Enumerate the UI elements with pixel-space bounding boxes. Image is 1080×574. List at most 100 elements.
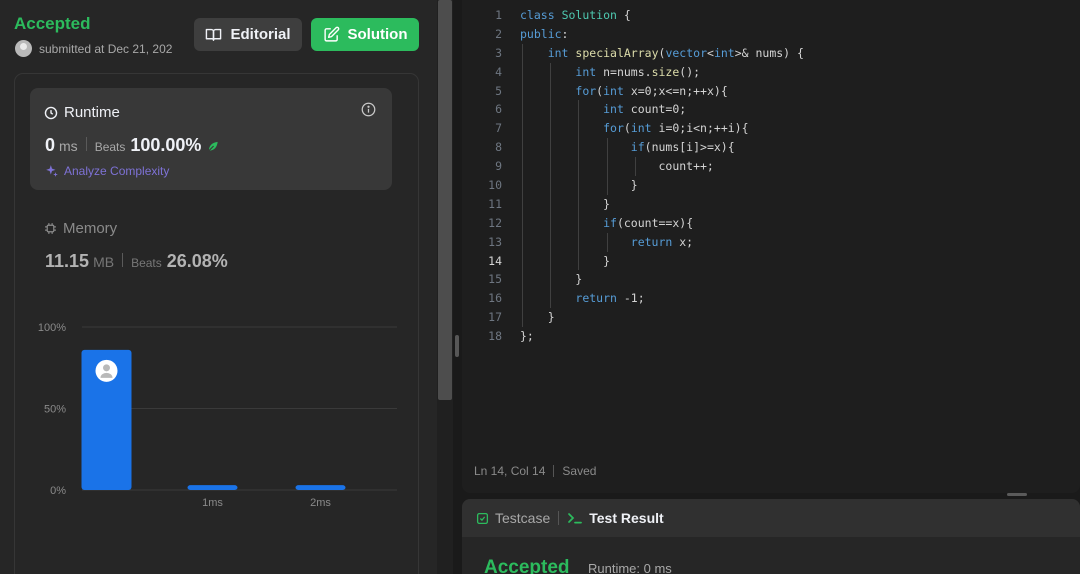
- code-text: int specialArray(vector<int>& nums) {: [547, 45, 804, 60]
- code-line[interactable]: 4 int n=nums.size();: [462, 62, 1080, 82]
- code-line[interactable]: 6 int count=0;: [462, 100, 1080, 120]
- runtime-value: 0: [45, 135, 56, 155]
- line-number: 13: [488, 234, 502, 249]
- runtime-beats-label: Beats: [94, 140, 126, 154]
- line-number: 7: [495, 121, 502, 136]
- line-number: 11: [488, 196, 502, 211]
- submission-status: Accepted: [14, 14, 91, 33]
- code-text: return x;: [630, 234, 694, 249]
- code-text: public:: [520, 26, 569, 41]
- x-tick-label: 2ms: [310, 497, 331, 509]
- code-line[interactable]: 1 class Solution {: [462, 6, 1080, 25]
- panel-resize-handle-horizontal[interactable]: [1007, 493, 1027, 496]
- code-text: }: [520, 310, 555, 325]
- runtime-heading: Runtime: [44, 104, 120, 121]
- code-line[interactable]: 8 if(nums[i]>=x){: [462, 138, 1080, 158]
- y-tick-label: 50%: [44, 404, 66, 416]
- code-area[interactable]: 1 class Solution {2 public: 3 int specialAr…: [462, 6, 1080, 346]
- result-status: Accepted: [484, 557, 570, 574]
- code-line[interactable]: 15 }: [462, 270, 1080, 290]
- runtime-distribution-chart: 100%50%0%1ms2ms1ms2ms: [38, 322, 397, 509]
- line-number: 4: [495, 64, 502, 79]
- result-tabs: Testcase Test Result: [462, 499, 1080, 537]
- tab-test-result-label: Test Result: [589, 510, 664, 526]
- code-text: }: [520, 272, 583, 287]
- y-tick-label: 100%: [38, 322, 66, 334]
- divider: [558, 511, 560, 525]
- code-text: }: [520, 178, 638, 193]
- memory-label: Memory: [63, 220, 118, 237]
- divider: [122, 253, 124, 267]
- chip-icon: [45, 223, 56, 234]
- line-number: 8: [495, 140, 502, 155]
- code-text: if(count==x){: [603, 215, 694, 230]
- checkbox-icon: [476, 512, 489, 524]
- scrollbar-thumb[interactable]: [438, 0, 452, 400]
- code-line[interactable]: 14 }: [462, 251, 1080, 271]
- divider: [553, 465, 555, 477]
- line-number: 2: [495, 26, 502, 41]
- edit-icon: [323, 26, 339, 42]
- editorial-button[interactable]: Editorial: [194, 18, 302, 51]
- analyze-complexity-link[interactable]: Analyze Complexity: [45, 164, 169, 178]
- code-line[interactable]: 18};: [462, 327, 1080, 346]
- clock-icon: [44, 106, 58, 119]
- panel-resize-handle[interactable]: [455, 335, 459, 357]
- code-line[interactable]: 16 return -1;: [462, 289, 1080, 309]
- tab-testcase[interactable]: Testcase: [476, 510, 550, 526]
- result-runtime: Runtime: 0 ms: [588, 561, 672, 574]
- runtime-card[interactable]: Runtime 0 ms Beats 100.00% Analyze Compl…: [30, 88, 392, 190]
- code-line[interactable]: 3 int specialArray(vector<int>& nums) {: [462, 43, 1080, 63]
- analyze-label: Analyze Complexity: [64, 164, 170, 178]
- divider: [85, 137, 87, 151]
- submitted-timestamp: submitted at Dec 21, 202: [39, 42, 173, 56]
- line-number: 15: [488, 272, 502, 287]
- y-tick-label: 0%: [50, 485, 66, 497]
- sparkle-icon: [46, 165, 58, 177]
- chart-bar: [187, 485, 238, 490]
- code-line[interactable]: 7 for(int i=0;i<n;++i){: [462, 119, 1080, 139]
- submission-panel: Accepted submitted at Dec 21, 202 Editor…: [0, 0, 437, 574]
- code-text: if(nums[i]>=x){: [630, 140, 735, 155]
- code-text: int n=nums.size();: [575, 64, 701, 79]
- chart-bar: [295, 485, 346, 490]
- memory-values: 11.15 MB Beats 26.08%: [45, 251, 228, 272]
- code-line[interactable]: 12 if(count==x){: [462, 213, 1080, 233]
- line-number: 5: [495, 83, 502, 98]
- code-text: count++;: [520, 159, 714, 174]
- line-number: 12: [488, 215, 502, 230]
- code-line[interactable]: 2 public:: [462, 25, 1080, 44]
- code-line[interactable]: 11 }: [462, 194, 1080, 214]
- runtime-unit: ms: [59, 138, 78, 154]
- code-text: for(int i=0;i<n;++i){: [603, 121, 749, 136]
- code-line[interactable]: 17 }: [462, 308, 1080, 328]
- cursor-position: Ln 14, Col 14: [474, 464, 546, 478]
- solution-label: Solution: [347, 26, 408, 43]
- runtime-label: Runtime: [64, 104, 120, 121]
- avatar[interactable]: [15, 40, 32, 57]
- save-status: Saved: [562, 464, 597, 478]
- book-icon: [206, 28, 222, 41]
- code-line[interactable]: 13 return x;: [462, 232, 1080, 252]
- code-text: }: [520, 196, 611, 211]
- line-number: 9: [495, 159, 502, 174]
- editorial-label: Editorial: [230, 26, 291, 43]
- tab-test-result[interactable]: Test Result: [567, 510, 664, 526]
- solution-button[interactable]: Solution: [311, 18, 419, 51]
- line-number: 16: [488, 291, 502, 306]
- tab-testcase-label: Testcase: [495, 510, 551, 526]
- info-icon[interactable]: [361, 102, 376, 117]
- line-number: 14: [488, 253, 502, 268]
- memory-unit: MB: [93, 254, 115, 270]
- code-line[interactable]: 5 for(int x=0;x<=n;++x){: [462, 81, 1080, 101]
- code-text: }: [520, 253, 611, 268]
- terminal-icon: [568, 513, 583, 524]
- code-line[interactable]: 9 count++;: [462, 157, 1080, 177]
- line-number: 17: [488, 310, 502, 325]
- runtime-values: 0 ms Beats 100.00%: [45, 135, 220, 156]
- code-editor[interactable]: 1 class Solution {2 public: 3 int specialAr…: [462, 0, 1080, 493]
- x-tick-label: 1ms: [202, 497, 223, 509]
- code-line[interactable]: 10 }: [462, 176, 1080, 195]
- editor-status-bar: Ln 14, Col 14 Saved: [474, 464, 596, 478]
- memory-heading[interactable]: Memory: [44, 220, 117, 237]
